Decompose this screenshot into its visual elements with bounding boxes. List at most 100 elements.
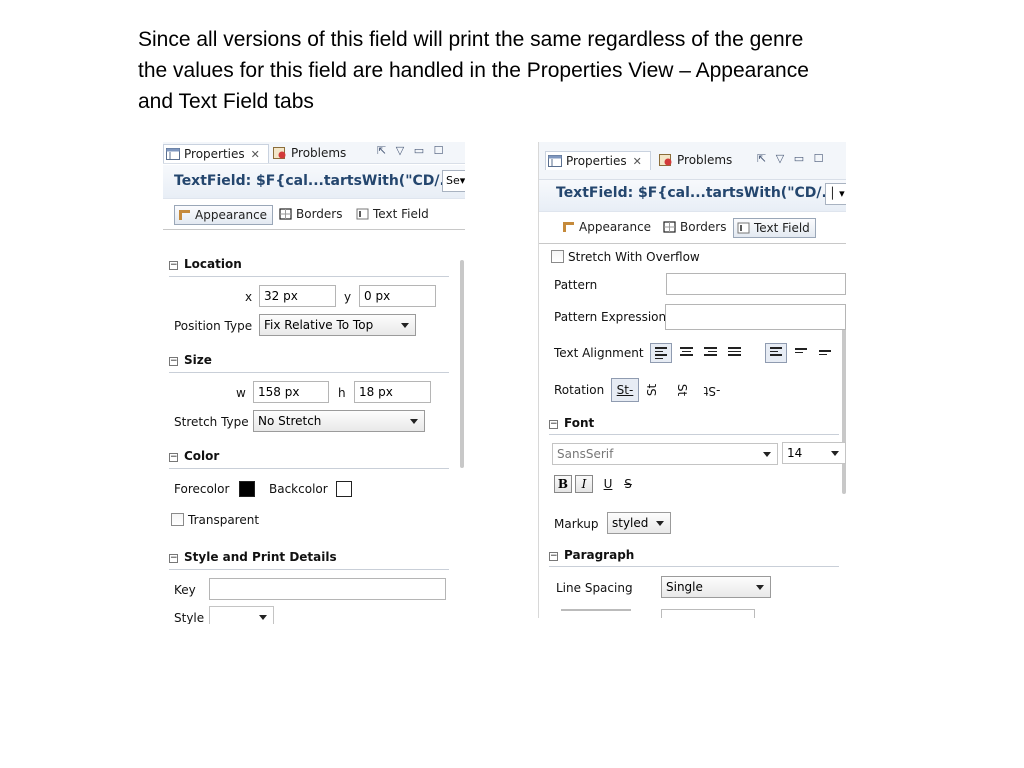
subtab-appearance[interactable]: Appearance (174, 205, 274, 225)
bold-button[interactable]: B (554, 475, 572, 493)
tab-properties-label: Properties (184, 147, 245, 161)
collapse-icon[interactable]: − (169, 357, 178, 366)
close-icon[interactable]: ✕ (633, 155, 642, 168)
forecolor-swatch[interactable] (239, 481, 255, 497)
align-right-icon[interactable] (700, 343, 722, 363)
section-size[interactable]: − Size (169, 353, 212, 371)
tab-problems[interactable]: Problems (657, 151, 745, 170)
view-menu-icon[interactable]: ▽ (776, 152, 784, 165)
appearance-icon (179, 210, 190, 220)
strikethrough-button[interactable]: S (620, 475, 636, 495)
align-top-icon[interactable] (765, 343, 787, 363)
h-label: h (338, 386, 346, 400)
y-input[interactable]: 0 px (359, 285, 436, 307)
align-left-icon[interactable] (650, 343, 672, 363)
transparent-checkbox[interactable] (171, 513, 184, 526)
w-input[interactable]: 158 px (253, 381, 329, 403)
align-middle-icon[interactable] (791, 343, 813, 363)
vertical-scrollbar[interactable] (460, 260, 464, 468)
stretch-with-overflow-checkbox[interactable] (551, 250, 564, 263)
stretch-type-select[interactable]: No Stretch (253, 410, 425, 432)
problems-icon (659, 154, 672, 166)
subtab-text-field[interactable]: Text Field (733, 218, 816, 238)
problems-icon (273, 147, 286, 159)
rotation-none-button[interactable]: St- (611, 378, 639, 402)
pattern-input[interactable] (666, 273, 846, 295)
section-size-label: Size (184, 353, 212, 367)
section-font-label: Font (564, 416, 595, 430)
align-justify-icon[interactable] (724, 343, 746, 363)
pin-icon[interactable]: ⇱ (757, 152, 766, 165)
minimize-icon[interactable]: ▭ (414, 144, 424, 157)
rotation-left-button[interactable]: St (643, 380, 663, 400)
collapse-icon[interactable]: − (549, 552, 558, 561)
tab-properties[interactable]: Properties ✕ (163, 144, 269, 163)
font-family-value: SansSerif (557, 447, 614, 461)
markup-select[interactable]: styled (607, 512, 671, 534)
subtab-borders[interactable]: Borders (276, 205, 347, 225)
markup-label: Markup (554, 517, 599, 531)
collapse-icon[interactable]: − (169, 554, 178, 563)
align-bottom-icon[interactable] (815, 343, 837, 363)
element-title: TextField: $F{cal...tartsWith("CD/... (174, 173, 456, 189)
tab-problems-label: Problems (291, 146, 347, 160)
title-combo[interactable]: Se▾ (442, 170, 465, 192)
stretch-type-value: No Stretch (258, 414, 322, 428)
tab-properties[interactable]: Properties ✕ (545, 151, 651, 170)
x-input[interactable]: 32 px (259, 285, 336, 307)
pattern-expression-input[interactable] (665, 304, 846, 330)
position-type-label: Position Type (174, 319, 253, 333)
collapse-icon[interactable]: − (549, 420, 558, 429)
element-title: TextField: $F{cal...tartsWith("CD/... (556, 185, 838, 201)
chevron-down-icon (756, 585, 764, 590)
view-menu-icon[interactable]: ▽ (396, 144, 404, 157)
backcolor-swatch[interactable] (336, 481, 352, 497)
section-divider (169, 468, 449, 469)
appearance-icon (563, 222, 574, 232)
maximize-icon[interactable]: ☐ (434, 144, 444, 157)
subtab-text-field[interactable]: Text Field (353, 205, 434, 225)
subtab-appearance[interactable]: Appearance (559, 218, 656, 238)
subtab-borders[interactable]: Borders (660, 218, 731, 238)
pin-icon[interactable]: ⇱ (377, 144, 386, 157)
align-center-icon[interactable] (676, 343, 698, 363)
section-color-label: Color (184, 449, 220, 463)
maximize-icon[interactable]: ☐ (814, 152, 824, 165)
rotation-upside-down-button[interactable]: -St (699, 380, 725, 400)
rotation-right-button[interactable]: St (671, 380, 691, 400)
font-size-select[interactable]: 14 (782, 442, 846, 464)
section-paragraph[interactable]: − Paragraph (549, 548, 634, 566)
font-size-value: 14 (787, 446, 803, 460)
chevron-down-icon (831, 451, 839, 456)
line-spacing-select[interactable]: Single (661, 576, 771, 598)
h-input[interactable]: 18 px (354, 381, 431, 403)
collapse-icon[interactable]: − (169, 453, 178, 462)
vertical-scrollbar[interactable] (842, 312, 846, 494)
section-location[interactable]: − Location (169, 257, 242, 275)
title-combo[interactable]: │ ▾ (825, 183, 846, 205)
chevron-down-icon (401, 323, 409, 328)
clipped-row (549, 608, 769, 618)
tab-problems[interactable]: Problems (271, 144, 361, 163)
italic-button[interactable]: I (575, 475, 593, 493)
style-select[interactable] (209, 606, 274, 624)
key-input[interactable] (209, 578, 446, 600)
section-location-label: Location (184, 257, 242, 271)
properties-icon (166, 148, 180, 160)
subtab-borders-label: Borders (296, 207, 343, 221)
section-style-print[interactable]: − Style and Print Details (169, 550, 337, 568)
pattern-label: Pattern (554, 278, 598, 292)
font-family-select[interactable]: SansSerif (552, 443, 778, 465)
collapse-icon[interactable]: − (169, 261, 178, 270)
key-label: Key (174, 583, 196, 597)
section-color[interactable]: − Color (169, 449, 219, 467)
borders-icon (279, 208, 292, 220)
position-type-select[interactable]: Fix Relative To Top (259, 314, 416, 336)
caption-line-2: the values for this field are handled in… (138, 59, 809, 82)
subtab-appearance-label: Appearance (195, 208, 268, 222)
close-icon[interactable]: ✕ (251, 148, 260, 161)
style-label: Style (174, 611, 205, 624)
section-font[interactable]: − Font (549, 416, 594, 434)
minimize-icon[interactable]: ▭ (794, 152, 804, 165)
underline-button[interactable]: U (600, 475, 616, 495)
